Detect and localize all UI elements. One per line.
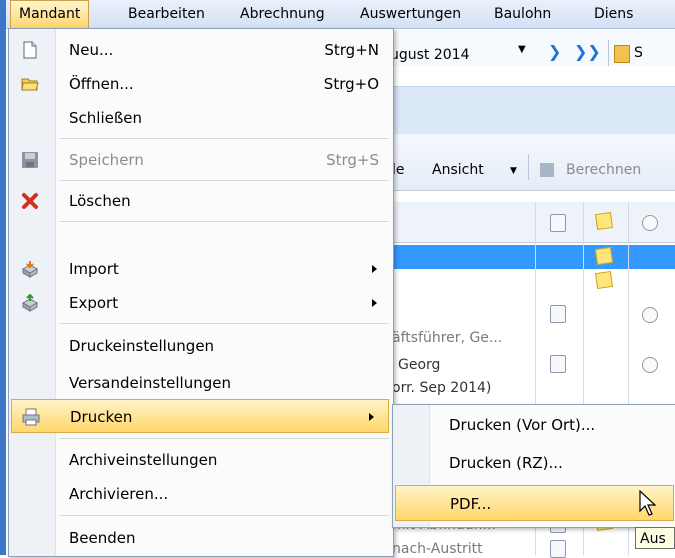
menu-abrechnung[interactable]: Abrechnung bbox=[232, 0, 333, 28]
menu-item-label: Archiveinstellungen bbox=[69, 451, 218, 469]
menu-item-label: Drucken (RZ)... bbox=[449, 454, 563, 472]
menu-item-label: Schließen bbox=[69, 109, 143, 127]
note-icon bbox=[594, 270, 614, 290]
submenu-item-drucken-rz[interactable]: Drucken (RZ)... bbox=[395, 445, 674, 481]
menu-baulohn[interactable]: Baulohn bbox=[486, 0, 559, 28]
document-icon bbox=[550, 540, 566, 558]
menu-item-druckeinstellungen[interactable]: Druckeinstellungen bbox=[9, 329, 393, 363]
menu-item-label: Import bbox=[69, 260, 119, 278]
period-combobox[interactable]: ugust 2014 bbox=[390, 44, 470, 66]
open-folder-icon bbox=[21, 78, 39, 91]
tooltip: Aus bbox=[635, 527, 675, 549]
submenu-arrow-icon bbox=[372, 265, 377, 273]
menu-item-label: Export bbox=[69, 294, 119, 312]
note-icon bbox=[594, 246, 614, 266]
menu-item-versandeinstellungen[interactable]: Versandeinstellungen bbox=[9, 366, 393, 400]
calculator-icon bbox=[540, 163, 554, 177]
menu-item-label: Beenden bbox=[69, 529, 136, 547]
document-column-icon bbox=[550, 214, 566, 232]
toolbar-separator bbox=[608, 40, 609, 66]
toolbar-fragment: S bbox=[634, 45, 643, 61]
menu-item-loeschen[interactable]: Löschen bbox=[9, 184, 393, 218]
menu-item-schliessen[interactable]: Schließen bbox=[9, 101, 393, 135]
ribbon-band bbox=[390, 86, 675, 135]
menu-bar: Mandant Bearbeiten Abrechnung Auswertung… bbox=[6, 0, 675, 29]
document-icon bbox=[550, 355, 566, 373]
menu-item-label: PDF... bbox=[450, 495, 492, 513]
menu-item-label: Archivieren... bbox=[69, 485, 169, 503]
toolbar-separator bbox=[528, 154, 529, 180]
next-icon[interactable]: ❯ bbox=[548, 42, 561, 61]
menu-item-archivieren[interactable]: Archivieren... bbox=[9, 477, 393, 511]
clipboard-icon[interactable] bbox=[614, 45, 630, 63]
import-icon bbox=[21, 261, 39, 278]
menu-item-neu[interactable]: Neu... Strg+N bbox=[9, 33, 393, 67]
export-icon bbox=[21, 294, 39, 312]
drucken-submenu: Drucken (Vor Ort)... Drucken (RZ)... PDF… bbox=[392, 404, 675, 528]
menu-item-shortcut: Strg+S bbox=[326, 151, 379, 169]
menu-item-label: Drucken (Vor Ort)... bbox=[449, 416, 596, 434]
new-document-icon bbox=[23, 41, 37, 59]
menu-item-speichern: Speichern Strg+S bbox=[9, 143, 393, 177]
menu-item-label: Speichern bbox=[69, 151, 144, 169]
menu-item-beenden[interactable]: Beenden bbox=[9, 521, 393, 555]
menu-separator bbox=[59, 138, 389, 139]
note-column-icon bbox=[594, 211, 614, 231]
menu-item-oeffnen[interactable]: Öffnen... Strg+O bbox=[9, 67, 393, 101]
submenu-arrow-icon bbox=[372, 299, 377, 307]
last-icon[interactable]: ❯❯ bbox=[574, 42, 601, 61]
table-cell: Georg bbox=[398, 357, 441, 373]
menu-auswertungen[interactable]: Auswertungen bbox=[352, 0, 469, 28]
submenu-item-drucken-vor-ort[interactable]: Drucken (Vor Ort)... bbox=[395, 407, 674, 443]
menu-item-label: Druckeinstellungen bbox=[69, 337, 215, 355]
grid-header bbox=[390, 202, 675, 243]
mail-column-icon bbox=[642, 215, 658, 231]
menu-item-archiveinstellungen[interactable]: Archiveinstellungen bbox=[9, 443, 393, 477]
submenu-arrow-icon bbox=[369, 413, 374, 421]
menu-item-import[interactable]: Import bbox=[9, 252, 393, 286]
mouse-pointer-icon bbox=[639, 490, 657, 516]
menu-item-export[interactable]: Export bbox=[9, 286, 393, 320]
document-icon bbox=[550, 305, 566, 323]
menu-separator bbox=[59, 438, 389, 439]
menu-item-label: Neu... bbox=[69, 41, 114, 59]
selected-table-row[interactable] bbox=[390, 245, 675, 269]
chevron-down-icon[interactable]: ▼ bbox=[518, 44, 526, 55]
menu-item-shortcut: Strg+O bbox=[323, 75, 379, 93]
table-cell: äftsführer, Ge... bbox=[392, 330, 503, 346]
mail-icon bbox=[642, 357, 658, 373]
chevron-down-icon[interactable]: ▼ bbox=[510, 166, 517, 176]
menu-separator bbox=[59, 180, 389, 181]
printer-icon bbox=[22, 408, 40, 426]
window-frame bbox=[0, 0, 6, 555]
menu-item-shortcut: Strg+N bbox=[324, 41, 379, 59]
menu-separator bbox=[59, 221, 389, 222]
mandant-dropdown-menu: Neu... Strg+N Öffnen... Strg+O Schließen… bbox=[8, 28, 394, 557]
menu-mandant[interactable]: Mandant bbox=[10, 0, 90, 28]
menu-separator bbox=[59, 515, 389, 516]
menu-item-label: Öffnen... bbox=[69, 75, 134, 93]
menu-bearbeiten[interactable]: Bearbeiten bbox=[120, 0, 213, 28]
submenu-item-pdf[interactable]: PDF... bbox=[395, 485, 674, 521]
ansicht-button[interactable]: Ansicht bbox=[432, 162, 484, 178]
berechnen-button[interactable]: Berechnen bbox=[566, 162, 641, 178]
menu-item-label: Löschen bbox=[69, 192, 131, 210]
mail-icon bbox=[642, 307, 658, 323]
menu-item-label: Versandeinstellungen bbox=[69, 374, 231, 392]
menu-item-drucken[interactable]: Drucken bbox=[11, 399, 389, 433]
delete-x-icon bbox=[22, 193, 38, 209]
menu-item-label: Drucken bbox=[70, 408, 133, 426]
menu-separator bbox=[59, 323, 389, 324]
save-disk-icon bbox=[22, 152, 38, 168]
table-cell: orr. Sep 2014) bbox=[392, 380, 492, 396]
menu-dienste[interactable]: Diens bbox=[586, 0, 641, 28]
